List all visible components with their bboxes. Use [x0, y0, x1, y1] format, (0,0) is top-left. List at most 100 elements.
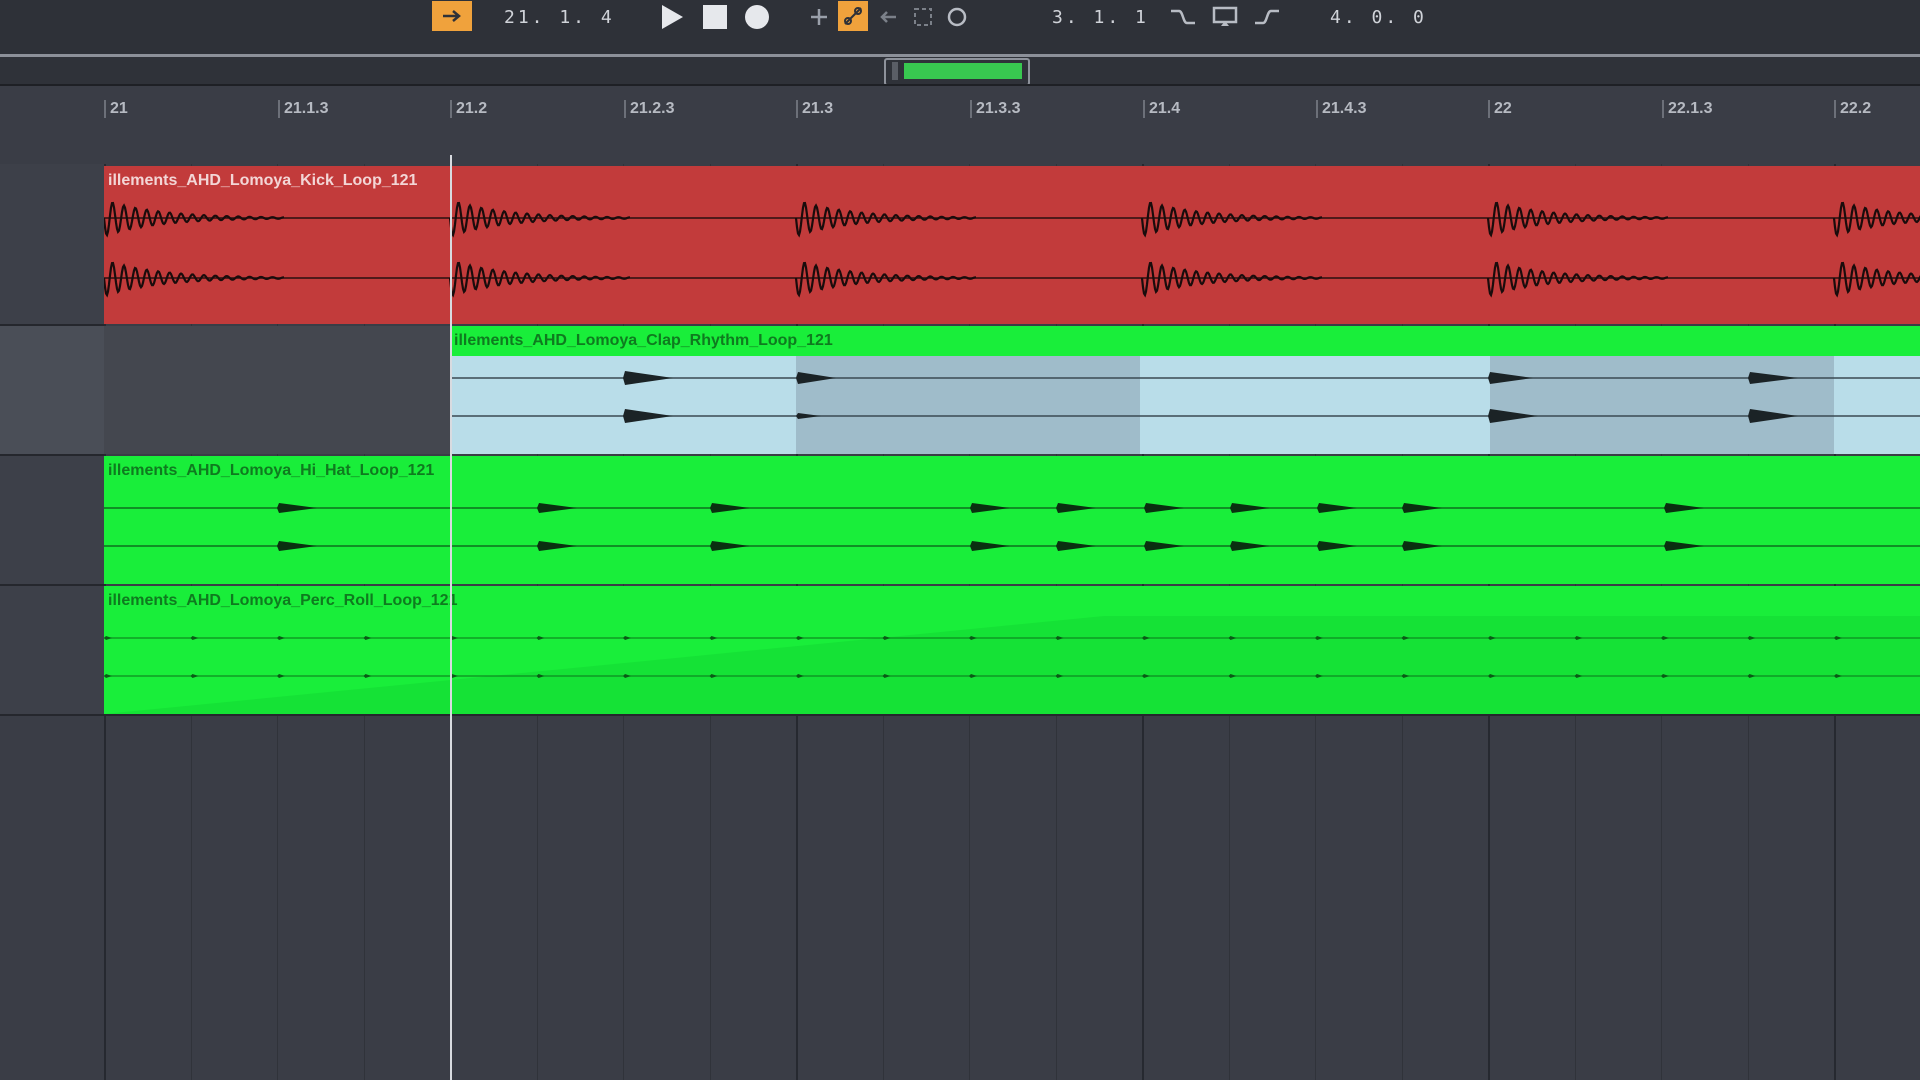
waveform-hit: [190, 674, 199, 678]
waveform-hit: [277, 541, 317, 551]
automation-arm-button[interactable]: [838, 1, 868, 31]
loop-start-field[interactable]: 3. 1. 1: [1052, 0, 1149, 34]
waveform-hit: [969, 674, 977, 678]
track-header[interactable]: [0, 456, 104, 586]
waveform-hit: [277, 503, 317, 513]
waveform-hit: [363, 636, 372, 640]
waveform-hit: [794, 201, 977, 238]
waveform-hit: [1402, 503, 1442, 513]
waveform-hit: [1228, 636, 1237, 640]
punch-out-button[interactable]: [1250, 0, 1284, 34]
waveform: [104, 503, 1920, 551]
overview-region-handle[interactable]: [892, 62, 898, 80]
stop-button[interactable]: [698, 0, 732, 34]
punch-in-icon: [1171, 9, 1195, 25]
waveform-hit: [1748, 372, 1798, 384]
waveform-hit: [537, 503, 577, 513]
waveform-hit: [1056, 503, 1096, 513]
stop-icon: [703, 5, 727, 29]
waveform-hit: [1401, 636, 1410, 640]
ruler-label: 21.3: [796, 100, 833, 118]
waveform-hit: [710, 503, 750, 513]
overdub-button[interactable]: [804, 0, 834, 34]
loop-length-field[interactable]: 4. 0. 0: [1330, 0, 1427, 34]
track-divider: [0, 714, 1920, 716]
waveform-hit: [363, 674, 372, 678]
track-header[interactable]: [0, 326, 104, 456]
arrangement-view[interactable]: illements_AHD_Lomoya_Kick_Loop_121 illem…: [0, 164, 1920, 1080]
waveform-hit: [1832, 261, 1920, 298]
session-record-button[interactable]: [942, 0, 972, 34]
waveform-hit: [796, 636, 804, 640]
ruler-label: 21.4: [1143, 100, 1180, 118]
waveform-hit: [537, 541, 577, 551]
audio-clip-clap[interactable]: illements_AHD_Lomoya_Clap_Rhythm_Loop_12…: [450, 326, 1920, 454]
track-header[interactable]: [0, 586, 104, 716]
waveform-hit: [709, 636, 718, 640]
waveform-hit: [1402, 541, 1442, 551]
waveform-hit: [1317, 541, 1357, 551]
track-header[interactable]: [0, 164, 104, 326]
record-button[interactable]: [740, 0, 774, 34]
waveform-hit: [277, 636, 285, 640]
reenable-automation-button[interactable]: [874, 0, 904, 34]
automation-arm-icon: [844, 7, 862, 25]
beat-time-ruler[interactable]: 21 21.1.3 21.2 21.2.3 21.3 21.3.3 21.4 2…: [0, 86, 1920, 164]
waveform-hit: [104, 674, 112, 678]
waveform-hit: [882, 674, 891, 678]
waveform-hit: [1488, 372, 1533, 384]
audio-clip-hihat[interactable]: illements_AHD_Lomoya_Hi_Hat_Loop_121: [104, 456, 1920, 584]
waveform-hit: [1055, 674, 1064, 678]
ruler-label: 21.3.3: [970, 100, 1020, 118]
audio-clip-perc[interactable]: illements_AHD_Lomoya_Perc_Roll_Loop_121: [104, 586, 1920, 714]
waveform-hit: [1230, 503, 1270, 513]
ruler-label: 21.2: [450, 100, 487, 118]
punch-out-icon: [1255, 9, 1279, 25]
audio-clip-kick[interactable]: illements_AHD_Lomoya_Kick_Loop_121: [104, 166, 1920, 324]
arrangement-position[interactable]: 21. 1. 4: [504, 0, 615, 34]
ruler-label: 21.4.3: [1316, 100, 1366, 118]
session-record-icon: [947, 7, 967, 27]
follow-icon: [443, 10, 461, 22]
waveform-hit: [1401, 674, 1410, 678]
playhead[interactable]: [450, 155, 452, 1080]
waveform-hit: [1747, 636, 1756, 640]
capture-icon: [914, 8, 932, 26]
ruler-label: 22: [1488, 100, 1512, 118]
punch-in-button[interactable]: [1166, 0, 1200, 34]
waveform-hit: [623, 409, 673, 423]
waveform-hit: [623, 371, 673, 385]
clip-title: illements_AHD_Lomoya_Clap_Rhythm_Loop_12…: [454, 332, 833, 349]
empty-lane[interactable]: [104, 326, 450, 454]
waveform-hit: [1488, 409, 1538, 423]
waveform-hit: [796, 413, 821, 419]
clip-title: illements_AHD_Lomoya_Kick_Loop_121: [108, 172, 418, 189]
play-icon: [662, 5, 683, 29]
waveform-hit: [1574, 674, 1583, 678]
follow-button[interactable]: [432, 1, 472, 31]
waveform-hit: [970, 541, 1010, 551]
waveform-hit: [882, 636, 891, 640]
ruler-label: 22.2: [1834, 100, 1871, 118]
waveform-hit: [1317, 503, 1357, 513]
waveform-hit: [796, 372, 836, 384]
play-button[interactable]: [655, 0, 689, 34]
waveform-hit: [1315, 674, 1323, 678]
waveform-hit: [1140, 261, 1323, 298]
clip-title: illements_AHD_Lomoya_Hi_Hat_Loop_121: [108, 462, 435, 479]
waveform: [450, 371, 1920, 423]
waveform: [104, 201, 1920, 298]
waveform-hit: [969, 636, 977, 640]
waveform-hit: [796, 674, 804, 678]
capture-button[interactable]: [908, 0, 938, 34]
waveform-hit: [970, 503, 1010, 513]
waveform-hit: [1661, 636, 1669, 640]
loop-switch-button[interactable]: [1208, 0, 1242, 34]
overview-view-region[interactable]: [884, 58, 1030, 86]
arrangement-overview[interactable]: [0, 57, 1920, 86]
ruler-label: 21.2.3: [624, 100, 674, 118]
waveform-hit: [1142, 636, 1150, 640]
waveform-hit: [448, 261, 631, 298]
waveform-hit: [1661, 674, 1669, 678]
waveform-hit: [1055, 636, 1064, 640]
